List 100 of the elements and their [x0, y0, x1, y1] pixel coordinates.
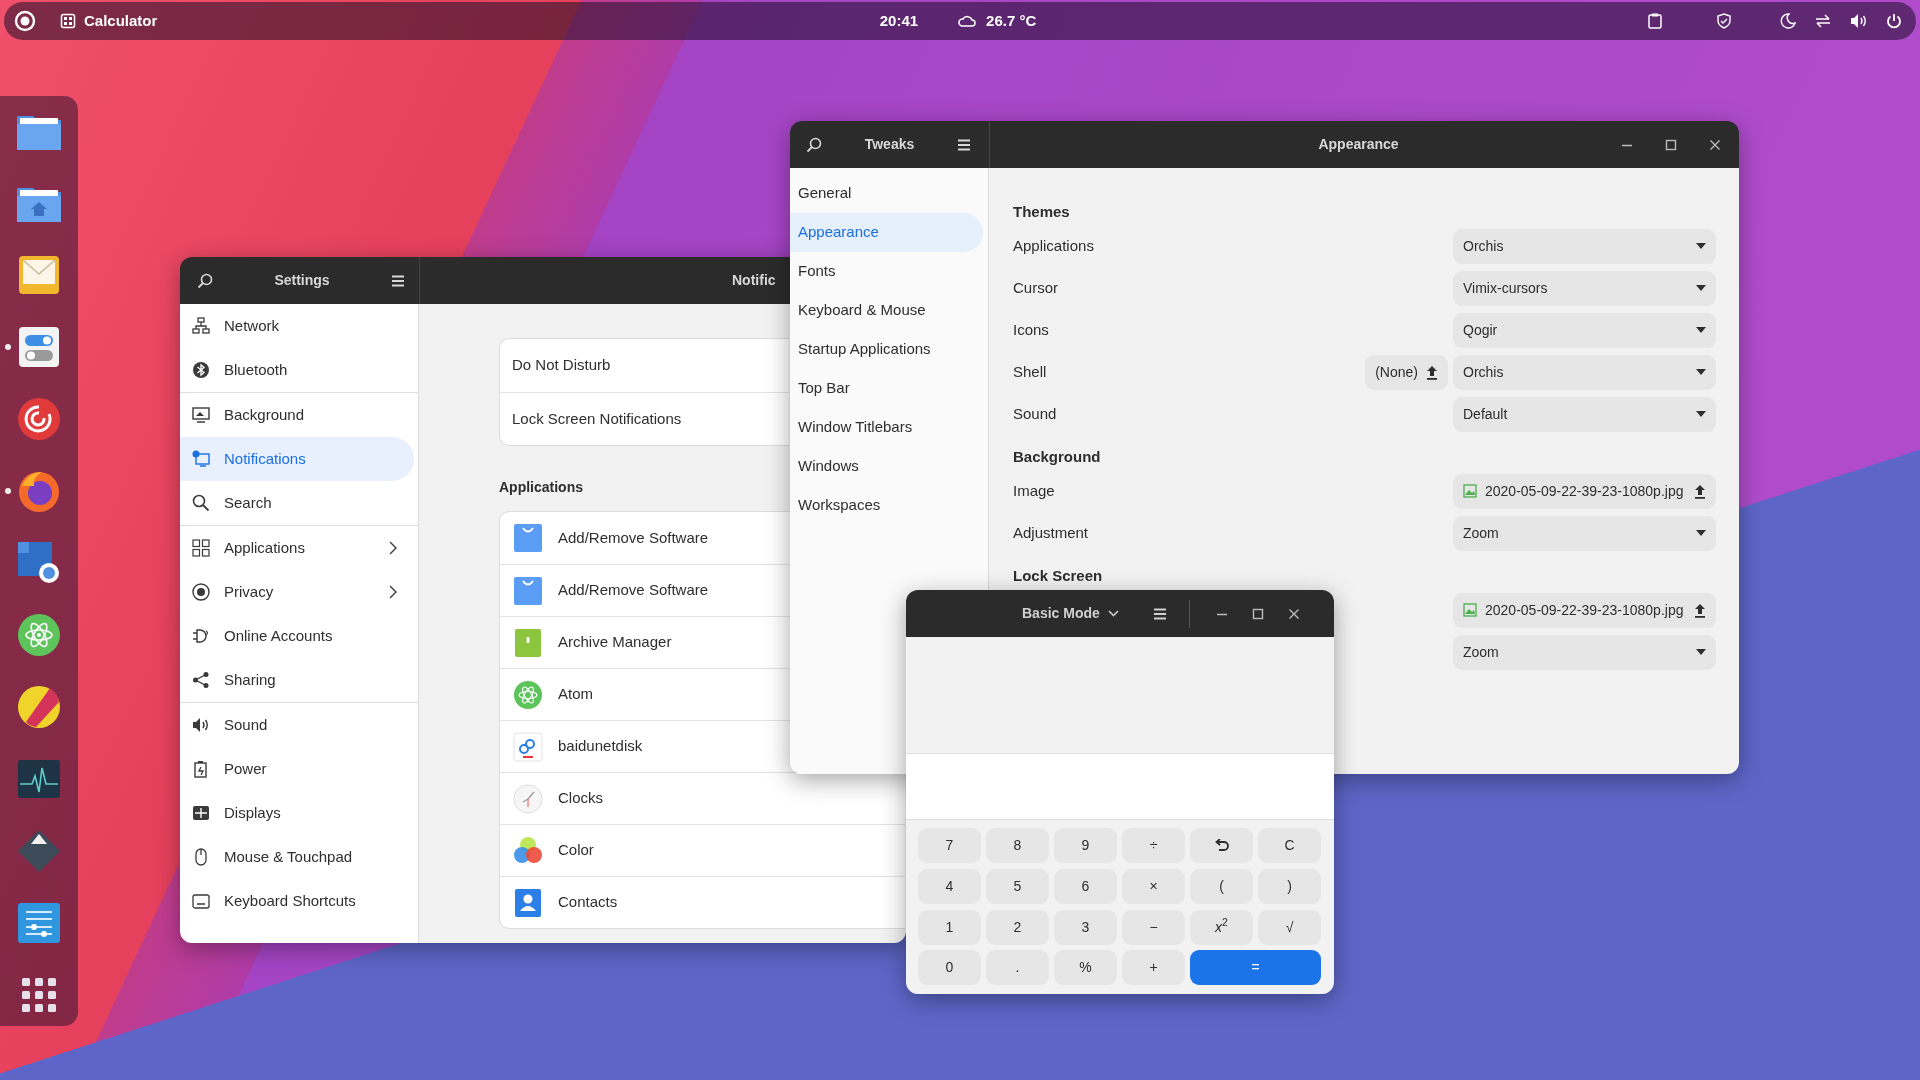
file-chooser[interactable]: 2020-05-09-22-39-23-1080p.jpg — [1453, 592, 1716, 628]
sidebar-item[interactable]: Mouse & Touchpad — [180, 835, 414, 879]
key-button[interactable]: 4 — [918, 868, 981, 904]
reset-button[interactable]: (None) — [1365, 354, 1448, 390]
key-button[interactable]: % — [1054, 950, 1117, 986]
sidebar-item[interactable]: Notifications — [180, 437, 414, 481]
key-button[interactable]: 2 — [986, 909, 1049, 945]
moon-icon[interactable] — [1780, 13, 1796, 29]
maximize-icon — [1251, 607, 1264, 620]
sidebar-item[interactable]: Workspaces — [790, 486, 983, 525]
keyboard-icon — [192, 892, 210, 910]
dropdown[interactable]: Orchis — [1453, 354, 1716, 390]
menu-icon[interactable] — [957, 138, 971, 151]
key-button[interactable]: + — [1122, 950, 1185, 986]
atom-icon — [512, 678, 544, 711]
sidebar-item[interactable]: Top Bar — [790, 369, 983, 408]
power-icon[interactable] — [1886, 13, 1902, 29]
key-button[interactable]: 5 — [986, 868, 1049, 904]
sidebar-item[interactable]: Windows — [790, 447, 983, 486]
sidebar-item[interactable]: Fonts — [790, 252, 983, 291]
key-button[interactable]: 9 — [1054, 828, 1117, 863]
dropdown[interactable]: Vimix-cursors — [1453, 270, 1716, 306]
speaker-icon[interactable] — [1850, 13, 1868, 29]
upload-icon — [1426, 364, 1438, 380]
image-icon — [1463, 603, 1477, 617]
sidebar-item[interactable]: Keyboard Shortcuts — [180, 879, 414, 923]
app-name: baidunetdisk — [558, 736, 643, 757]
bluetooth-icon — [192, 361, 210, 379]
key-button[interactable]: × — [1122, 868, 1185, 904]
key-button[interactable]: 7 — [918, 828, 981, 863]
image-icon — [1463, 484, 1477, 498]
key-button[interactable]: 0 — [918, 950, 981, 986]
key-button[interactable]: x$^{2}$ — [1190, 909, 1253, 945]
app-grid-icon[interactable] — [22, 978, 56, 1012]
menu-icon[interactable] — [1152, 607, 1167, 620]
sidebar-item[interactable]: Window Titlebars — [790, 408, 983, 447]
dropdown[interactable]: Zoom — [1453, 634, 1716, 670]
activities-icon[interactable] — [14, 10, 36, 32]
sidebar-item[interactable]: Appearance — [790, 213, 983, 252]
sidebar-item[interactable]: Privacy — [180, 570, 414, 614]
setting-label: Image — [1013, 480, 1055, 501]
section-heading: Applications — [499, 477, 583, 497]
file-chooser[interactable]: 2020-05-09-22-39-23-1080p.jpg — [1453, 473, 1716, 509]
monitor-picture-icon — [192, 406, 210, 424]
sidebar-item[interactable]: General — [790, 174, 983, 213]
key-button[interactable]: C — [1258, 828, 1321, 863]
section-heading: Lock Screen — [1013, 565, 1103, 586]
setting-label: Applications — [1013, 235, 1094, 256]
dropdown[interactable]: Zoom — [1453, 515, 1716, 551]
key-button[interactable]: 3 — [1054, 909, 1117, 945]
sidebar-item[interactable]: Sharing — [180, 658, 414, 702]
key-button[interactable]: 1 — [918, 909, 981, 945]
setting-label: Adjustment — [1013, 522, 1089, 543]
window-title: Tweaks — [864, 135, 915, 154]
sidebar-item[interactable]: Network — [180, 304, 414, 348]
dropdown[interactable]: Default — [1453, 396, 1716, 432]
key-button[interactable]: − — [1122, 909, 1185, 945]
setting-label: Icons — [1013, 319, 1049, 340]
chevron-icon — [388, 585, 398, 599]
sidebar-item[interactable]: Power — [180, 747, 414, 791]
search-icon[interactable] — [806, 136, 822, 153]
app-name: Atom — [558, 684, 593, 705]
weather-icon — [958, 13, 977, 29]
clock: 20:41 — [879, 10, 919, 31]
key-button[interactable]: ) — [1258, 868, 1321, 904]
sidebar-item[interactable]: Sound — [180, 703, 414, 747]
dropdown[interactable]: Orchis — [1453, 228, 1716, 264]
mode-dropdown[interactable]: Basic Mode — [1018, 599, 1123, 628]
clock-icon — [512, 782, 544, 815]
key-button[interactable]: 6 — [1054, 868, 1117, 904]
key-button[interactable]: = — [1190, 950, 1321, 986]
key-button[interactable]: 8 — [986, 828, 1049, 863]
app-name: Contacts — [558, 892, 618, 913]
share-icon — [192, 671, 210, 689]
setting-label: Sound — [1013, 403, 1057, 424]
key-button[interactable]: √ — [1258, 909, 1321, 945]
key-button[interactable]: . — [986, 950, 1049, 986]
sidebar-item[interactable]: Online Accounts — [180, 614, 414, 658]
shield-icon[interactable] — [1716, 13, 1732, 29]
sidebar-item[interactable]: Applications — [180, 526, 414, 570]
sidebar-item[interactable]: Bluetooth — [180, 348, 414, 392]
mouse-icon — [192, 848, 210, 866]
sidebar-item[interactable]: Displays — [180, 791, 414, 835]
section-heading: Background — [1013, 446, 1101, 467]
key-button[interactable]: ÷ — [1122, 828, 1185, 863]
sidebar-item[interactable]: Search — [180, 481, 414, 525]
sidebar-item[interactable]: Startup Applications — [790, 330, 983, 369]
sidebar-item[interactable]: Keyboard & Mouse — [790, 291, 983, 330]
caret-icon — [1696, 530, 1706, 536]
network-arrows-icon[interactable] — [1814, 13, 1832, 29]
sidebar-item[interactable]: Background — [180, 393, 414, 437]
menu-icon[interactable] — [391, 274, 405, 287]
clipboard-icon[interactable] — [1648, 13, 1662, 29]
key-button[interactable] — [1190, 828, 1253, 863]
dropdown[interactable]: Qogir — [1453, 312, 1716, 348]
search-icon[interactable] — [197, 272, 213, 289]
section-heading: Themes — [1013, 201, 1070, 222]
network-icon — [192, 317, 210, 335]
input-field[interactable] — [906, 754, 1334, 820]
key-button[interactable]: ( — [1190, 868, 1253, 904]
